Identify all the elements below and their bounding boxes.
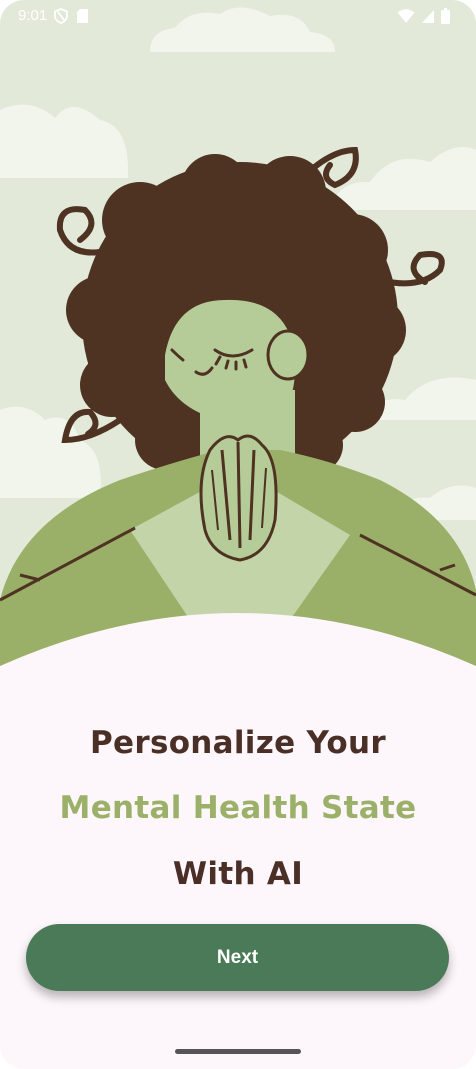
phone-screen: 9:01 Personalize Your Mental Health Stat… xyxy=(0,0,476,1069)
home-indicator[interactable] xyxy=(175,1049,301,1054)
wifi-icon xyxy=(397,8,415,23)
next-button[interactable]: Next xyxy=(26,924,449,991)
vpn-shield-icon xyxy=(54,8,68,24)
sim-card-icon xyxy=(77,9,88,23)
ear xyxy=(266,329,310,381)
praying-hands xyxy=(199,434,278,562)
title-line-3: With AI xyxy=(172,856,304,892)
status-left-icons xyxy=(54,8,89,24)
status-time: 9:01 xyxy=(18,7,48,24)
signal-icon xyxy=(422,9,434,23)
title-line-2: Mental Health State xyxy=(59,790,417,826)
title-line-1: Personalize Your xyxy=(90,725,386,761)
meditation-illustration xyxy=(0,0,476,680)
status-bar: 9:01 xyxy=(0,0,476,34)
battery-icon xyxy=(441,8,450,24)
status-right-icons xyxy=(397,8,450,24)
